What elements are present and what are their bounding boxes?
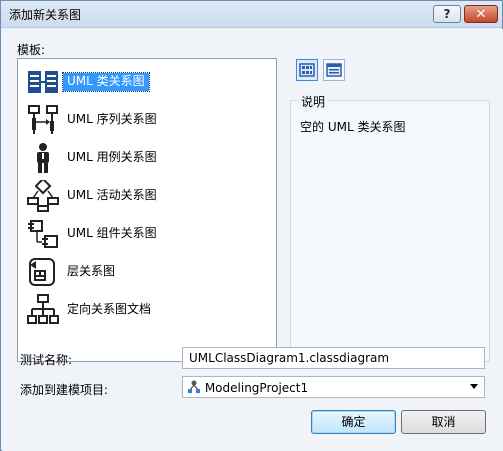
modeling-project-icon [188, 380, 200, 393]
large-icons-view-icon [299, 63, 315, 77]
template-label: UML 活动关系图 [67, 188, 157, 202]
close-button[interactable]: ✕ [464, 5, 498, 23]
template-item-activity-diagram[interactable]: UML 活动关系图 [19, 177, 275, 215]
layer-diagram-icon [29, 258, 55, 286]
list-view-button[interactable] [323, 59, 345, 81]
template-item-directed-graph[interactable]: 定向关系图文档 [19, 291, 275, 329]
template-item-layer-diagram[interactable]: 层关系图 [19, 253, 275, 291]
template-item-component-diagram[interactable]: UML 组件关系图 [19, 215, 275, 253]
templates-label: 模板: [17, 43, 46, 57]
component-diagram-icon [28, 220, 58, 248]
close-icon: ✕ [475, 6, 487, 22]
title-bar[interactable]: 添加新关系图 ? ✕ [1, 1, 502, 28]
template-item-class-diagram[interactable]: UML 类关系图 [19, 63, 275, 101]
template-label: 定向关系图文档 [67, 302, 152, 316]
name-input-value: UMLClassDiagram1.classdiagram [189, 351, 390, 365]
template-list[interactable]: UML 类关系图 UML 序列关系图 UML 用例关系图 UML 活动关系图 U… [17, 58, 277, 362]
template-item-sequence-diagram[interactable]: UML 序列关系图 [19, 101, 275, 139]
large-icons-view-button[interactable] [296, 59, 318, 81]
class-diagram-icon [28, 71, 58, 93]
help-button[interactable]: ? [433, 5, 461, 23]
chevron-down-icon[interactable] [470, 384, 478, 389]
help-icon: ? [443, 7, 451, 21]
description-title: 说明 [298, 93, 329, 110]
template-label: UML 序列关系图 [67, 112, 157, 126]
ok-button[interactable]: 确定 [311, 410, 396, 434]
name-input[interactable]: UMLClassDiagram1.classdiagram [182, 347, 485, 369]
template-label: 层关系图 [67, 264, 116, 278]
description-text: 空的 UML 类关系图 [300, 120, 406, 134]
description-panel [290, 100, 490, 362]
activity-diagram-icon [27, 180, 59, 212]
template-label: UML 用例关系图 [67, 150, 157, 164]
dialog-body: 模板: UML 类关系图 UML 序列关系图 UML 用例关系图 UML 活动关… [2, 29, 503, 451]
window-title: 添加新关系图 [9, 8, 82, 22]
use-case-diagram-icon [37, 143, 49, 173]
name-label: 测试名称: [20, 353, 73, 367]
list-view-icon [326, 63, 342, 77]
add-new-diagram-dialog: 添加新关系图 ? ✕ 模板: UML 类关系图 UML 序列关系图 UML 用例… [0, 0, 503, 451]
template-item-use-case-diagram[interactable]: UML 用例关系图 [19, 139, 275, 177]
directed-graph-icon [27, 294, 59, 324]
project-combobox[interactable]: ModelingProject1 [182, 376, 485, 398]
project-combobox-value: ModelingProject1 [204, 381, 309, 395]
cancel-button[interactable]: 取消 [401, 410, 486, 434]
template-label: UML 组件关系图 [67, 226, 157, 240]
project-label: 添加到建模项目: [20, 383, 109, 397]
sequence-diagram-icon [28, 105, 58, 134]
template-label: UML 类关系图 [62, 72, 150, 92]
